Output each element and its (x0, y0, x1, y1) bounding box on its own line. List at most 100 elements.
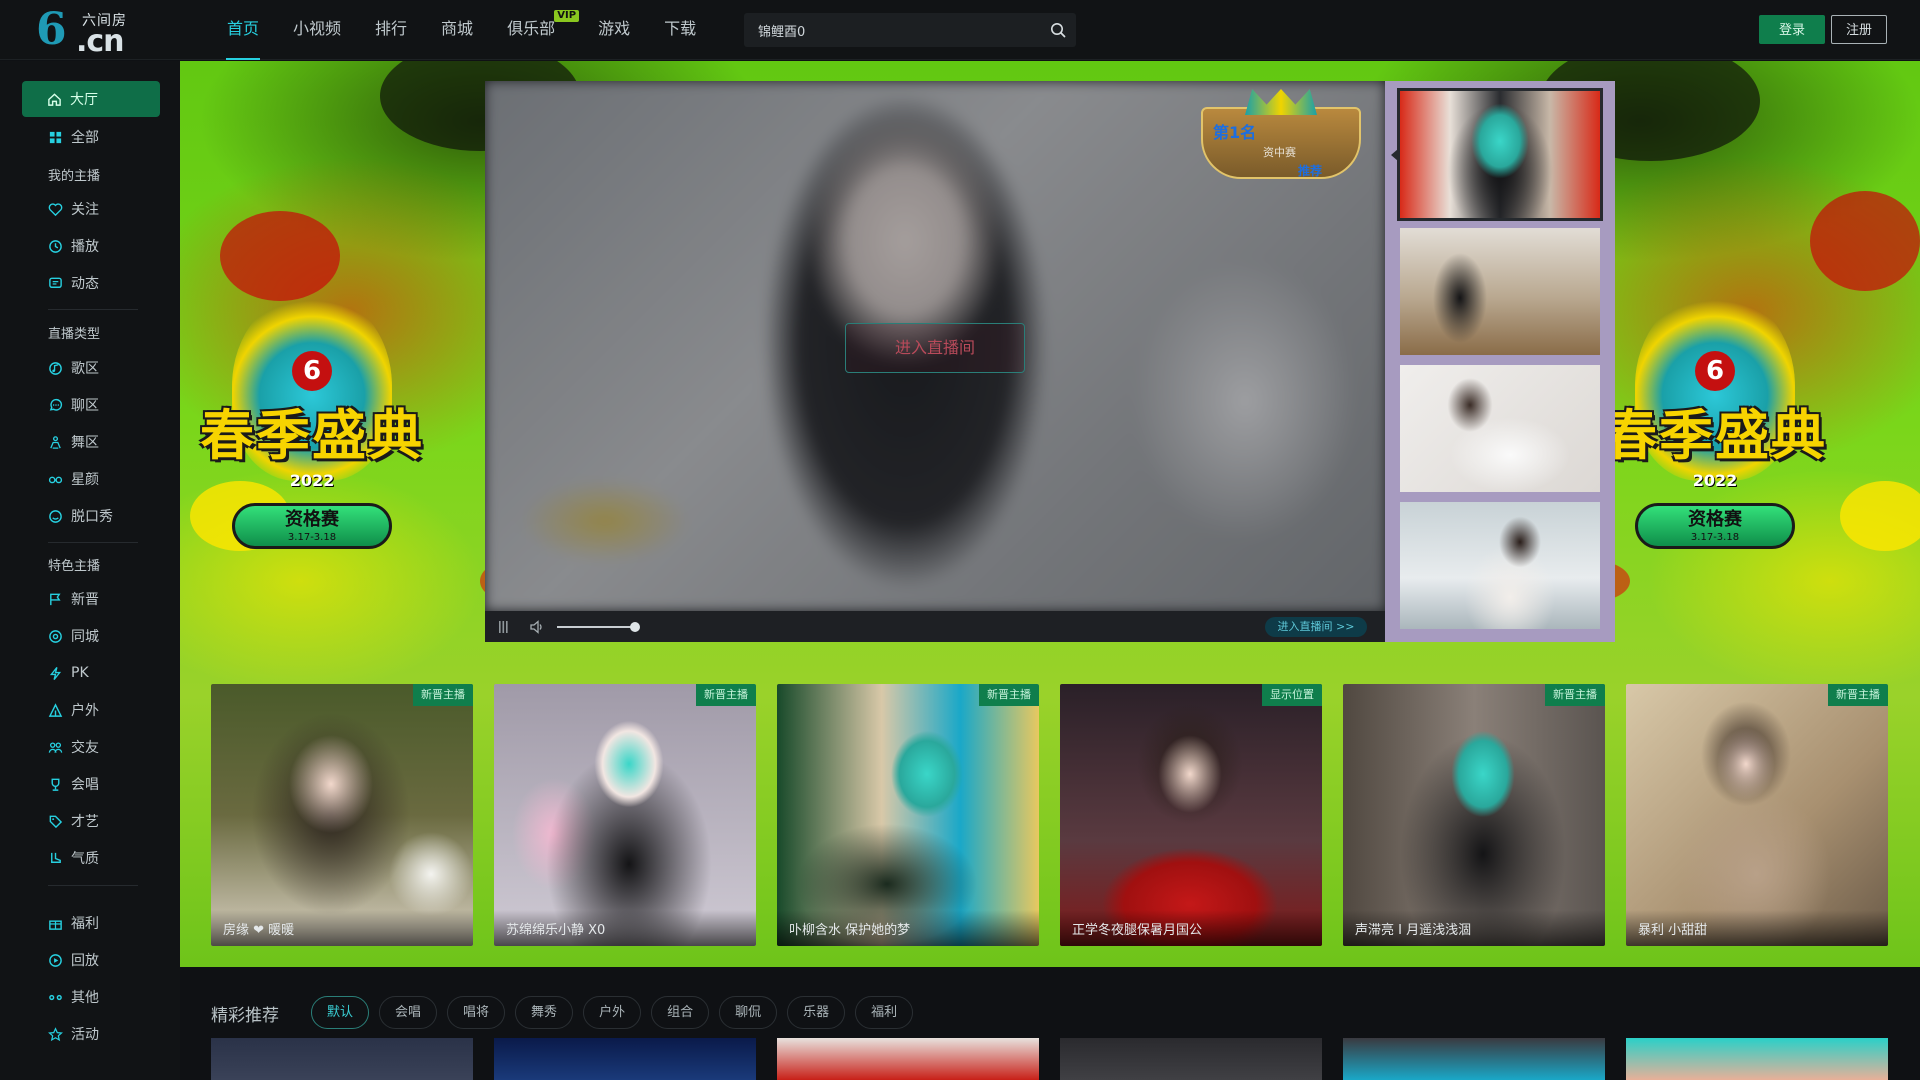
sidebar-item-follow[interactable]: 关注 (48, 197, 99, 221)
sidebar-item-events[interactable]: 活动 (48, 1022, 99, 1046)
recommend-title: 精彩推荐 (211, 1006, 279, 1026)
search-input[interactable] (744, 13, 1040, 47)
stream-thumbnail[interactable] (1400, 365, 1600, 492)
anchor-tag: 新晋主播 (1828, 684, 1888, 706)
filter-chat[interactable]: 聊侃 (719, 996, 778, 1029)
nav-download[interactable]: 下载 (647, 0, 713, 60)
recommend-thumbnail[interactable] (211, 1038, 473, 1080)
sidebar-item-label: 动态 (71, 276, 99, 292)
dancer-icon (50, 435, 61, 449)
search-button[interactable] (1040, 13, 1076, 47)
pause-icon[interactable] (497, 620, 511, 634)
sidebar-item-all[interactable]: 全部 (48, 125, 99, 149)
sidebar-item-replay[interactable]: 回放 (48, 948, 99, 972)
sidebar-item-lobby[interactable]: 大厅 (22, 81, 160, 117)
recommend-thumbnail[interactable] (1060, 1038, 1322, 1080)
filter-dance[interactable]: 舞秀 (515, 996, 574, 1029)
anchor-tag: 新晋主播 (696, 684, 756, 706)
sidebar-item-new[interactable]: 新晋 (48, 587, 99, 611)
anchor-card[interactable]: 新晋主播 暴利 小甜甜 (1626, 684, 1888, 946)
anchor-name: 卟柳含水 保护她的梦 (789, 923, 911, 938)
anchor-card[interactable]: 新晋主播 卟柳含水 保护她的梦 (777, 684, 1039, 946)
message-icon (49, 277, 62, 288)
anchor-name: 暴利 小甜甜 (1638, 923, 1708, 938)
sidebar-item-history[interactable]: 播放 (48, 234, 99, 258)
heart-icon (48, 202, 63, 216)
filter-outdoor[interactable]: 户外 (583, 996, 642, 1029)
anchor-name: 房缘 ❤ 暖暖 (223, 923, 295, 938)
rank-badge-label: 推荐 (1298, 164, 1323, 178)
stream-thumbnail[interactable] (1400, 228, 1600, 355)
star-icon (48, 1026, 63, 1041)
nav-mall[interactable]: 商城 (424, 0, 490, 60)
emblem-pill-text: 资格赛 (1688, 509, 1742, 530)
anchor-card[interactable]: 新晋主播 声滞亮 I 月遥浅浅涸 (1343, 684, 1605, 946)
boot-icon (51, 852, 61, 863)
sidebar-item-sing[interactable]: 歌区 (48, 356, 99, 380)
sidebar-item-welfare[interactable]: 福利 (48, 911, 99, 935)
sidebar-item-nearby[interactable]: 同城 (48, 624, 99, 648)
filter-singing[interactable]: 会唱 (379, 996, 438, 1029)
logo-text-bottom: .cn (76, 24, 125, 59)
sidebar-item-label: 同城 (71, 629, 99, 645)
sidebar-item-label: 交友 (71, 740, 99, 756)
register-button[interactable]: 注册 (1831, 15, 1887, 44)
play-circle-icon (49, 953, 62, 967)
anchor-card[interactable]: 新晋主播 苏绵绵乐小静 X0 (494, 684, 756, 946)
enter-live-room-link[interactable]: 进入直播间 >> (1265, 617, 1367, 637)
recommend-thumbnail[interactable] (1626, 1038, 1888, 1080)
anchor-card[interactable]: 新晋主播 房缘 ❤ 暖暖 (211, 684, 473, 946)
live-player[interactable]: 进入直播间 第1名 资中赛 推荐 进入直播间 >> (485, 81, 1385, 642)
filter-instrument[interactable]: 乐器 (787, 996, 846, 1029)
sidebar-item-social[interactable]: 交友 (48, 735, 99, 759)
filter-group[interactable]: 组合 (651, 996, 710, 1029)
stream-thumbnail[interactable] (1400, 502, 1600, 629)
top-navbar: 6 六间房 .cn 首页 小视频 排行 商城 俱乐部 VIP 游戏 下载 登录 … (0, 0, 1920, 60)
site-logo[interactable]: 6 六间房 .cn (36, 6, 136, 60)
nav-home[interactable]: 首页 (210, 0, 276, 60)
enter-live-room-button[interactable]: 进入直播间 (845, 323, 1025, 373)
recommend-thumbnail[interactable] (1343, 1038, 1605, 1080)
volume-icon[interactable] (529, 619, 545, 635)
filter-welfare[interactable]: 福利 (855, 996, 914, 1029)
nav-games[interactable]: 游戏 (581, 0, 647, 60)
sidebar-item-talent[interactable]: 才艺 (48, 809, 99, 833)
rank-badge: 第1名 资中赛 推荐 (1183, 89, 1379, 194)
recommend-thumbnail[interactable] (777, 1038, 1039, 1080)
volume-slider-track[interactable] (557, 626, 633, 628)
sidebar-item-other[interactable]: 其他 (48, 985, 99, 1009)
nav-ranking[interactable]: 排行 (358, 0, 424, 60)
sidebar-item-dance[interactable]: 舞区 (48, 430, 99, 454)
emblem-title: 春季盛典 (1603, 403, 1827, 467)
anchor-card[interactable]: 显示位置 正学冬夜腿保暑月国公 (1060, 684, 1322, 946)
sidebar-item-outdoor[interactable]: 户外 (48, 698, 99, 722)
sidebar-divider (48, 542, 138, 543)
sidebar-item-pk[interactable]: PK (48, 661, 89, 685)
recommend-thumbnail[interactable] (494, 1038, 756, 1080)
filter-vocalist[interactable]: 唱将 (447, 996, 506, 1029)
emblem-year: 2022 (289, 471, 335, 490)
sidebar-item-label: 播放 (71, 239, 99, 255)
sidebar-item-chat[interactable]: 聊区 (48, 393, 99, 417)
sidebar-item-talk-show[interactable]: 脱口秀 (48, 504, 113, 528)
spring-gala-emblem-left: 6 春季盛典 2022 资格赛 3.17-3.18 (180, 291, 447, 551)
sidebar-item-feed[interactable]: 动态 (48, 271, 99, 295)
volume-slider-handle[interactable] (630, 622, 640, 632)
sidebar-item-label: 舞区 (71, 435, 99, 451)
sidebar-item-label: 脱口秀 (71, 509, 113, 525)
tent-icon (48, 702, 63, 717)
emblem-qualifier-pill: 资格赛 3.17-3.18 (232, 503, 392, 549)
sidebar-item-elegant[interactable]: 气质 (48, 846, 99, 870)
banner-splash (1810, 191, 1920, 291)
anchor-portrait (1060, 684, 1322, 946)
nav-short-video[interactable]: 小视频 (276, 0, 358, 60)
active-thumbnail-arrow (1391, 149, 1398, 161)
filter-default[interactable]: 默认 (311, 996, 370, 1029)
anchor-portrait (1626, 684, 1888, 946)
sidebar-item-stars[interactable]: 星颜 (48, 467, 99, 491)
stream-thumbnail[interactable] (1397, 88, 1603, 221)
sidebar-item-singing[interactable]: 会唱 (48, 772, 99, 796)
rank-badge-title: 第1名 (1213, 123, 1257, 142)
login-button[interactable]: 登录 (1759, 15, 1825, 44)
nav-club[interactable]: 俱乐部 VIP (490, 0, 581, 60)
